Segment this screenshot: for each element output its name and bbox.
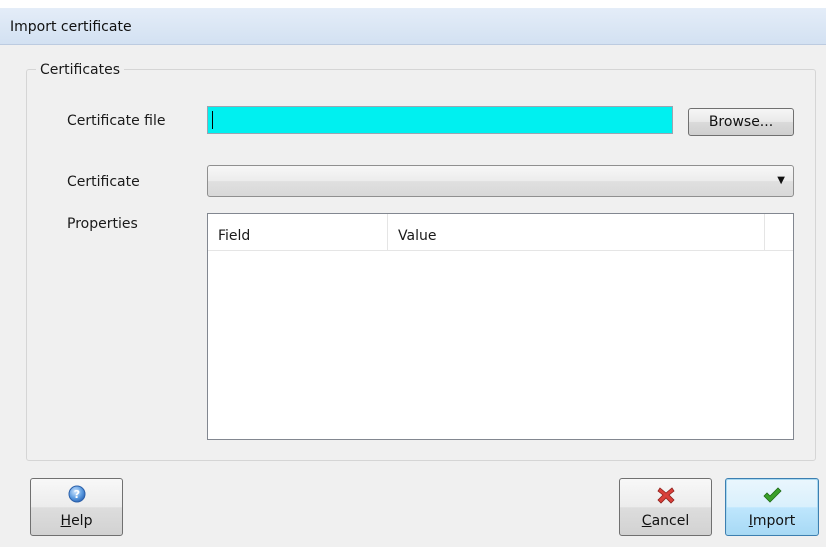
certificate-file-input[interactable] xyxy=(207,106,673,134)
column-header-field-label: Field xyxy=(218,228,251,244)
title-bar: Import certificate xyxy=(0,8,826,45)
cancel-button[interactable]: Cancel xyxy=(619,478,712,536)
certificate-label: Certificate xyxy=(67,174,140,190)
certificate-dropdown[interactable]: ▼ xyxy=(207,165,794,197)
import-button-label: Import xyxy=(748,513,796,529)
properties-table[interactable]: Field Value xyxy=(207,213,794,440)
window-title: Import certificate xyxy=(10,19,132,35)
import-certificate-dialog: Import certificate Certificates Certific… xyxy=(0,0,826,547)
column-header-field[interactable]: Field xyxy=(208,214,388,250)
import-button[interactable]: Import xyxy=(725,478,819,536)
certificates-group-legend: Certificates xyxy=(36,62,125,78)
help-button[interactable]: ? Help xyxy=(30,478,123,536)
cancel-button-label: Cancel xyxy=(641,513,690,529)
browse-button[interactable]: Browse... xyxy=(688,108,794,136)
cancel-x-icon xyxy=(620,484,711,506)
text-caret xyxy=(212,111,213,129)
top-strip xyxy=(0,0,826,8)
column-header-value-label: Value xyxy=(398,228,437,244)
properties-label: Properties xyxy=(67,216,138,232)
column-header-value[interactable]: Value xyxy=(388,214,765,250)
certificate-file-label: Certificate file xyxy=(67,113,166,129)
browse-button-label: Browse... xyxy=(708,114,774,130)
svg-text:?: ? xyxy=(73,488,79,501)
checkmark-icon xyxy=(726,484,818,506)
properties-table-header: Field Value xyxy=(208,214,793,251)
chevron-down-icon: ▼ xyxy=(777,175,785,186)
help-icon: ? xyxy=(31,484,122,506)
help-button-label: Help xyxy=(60,513,93,529)
